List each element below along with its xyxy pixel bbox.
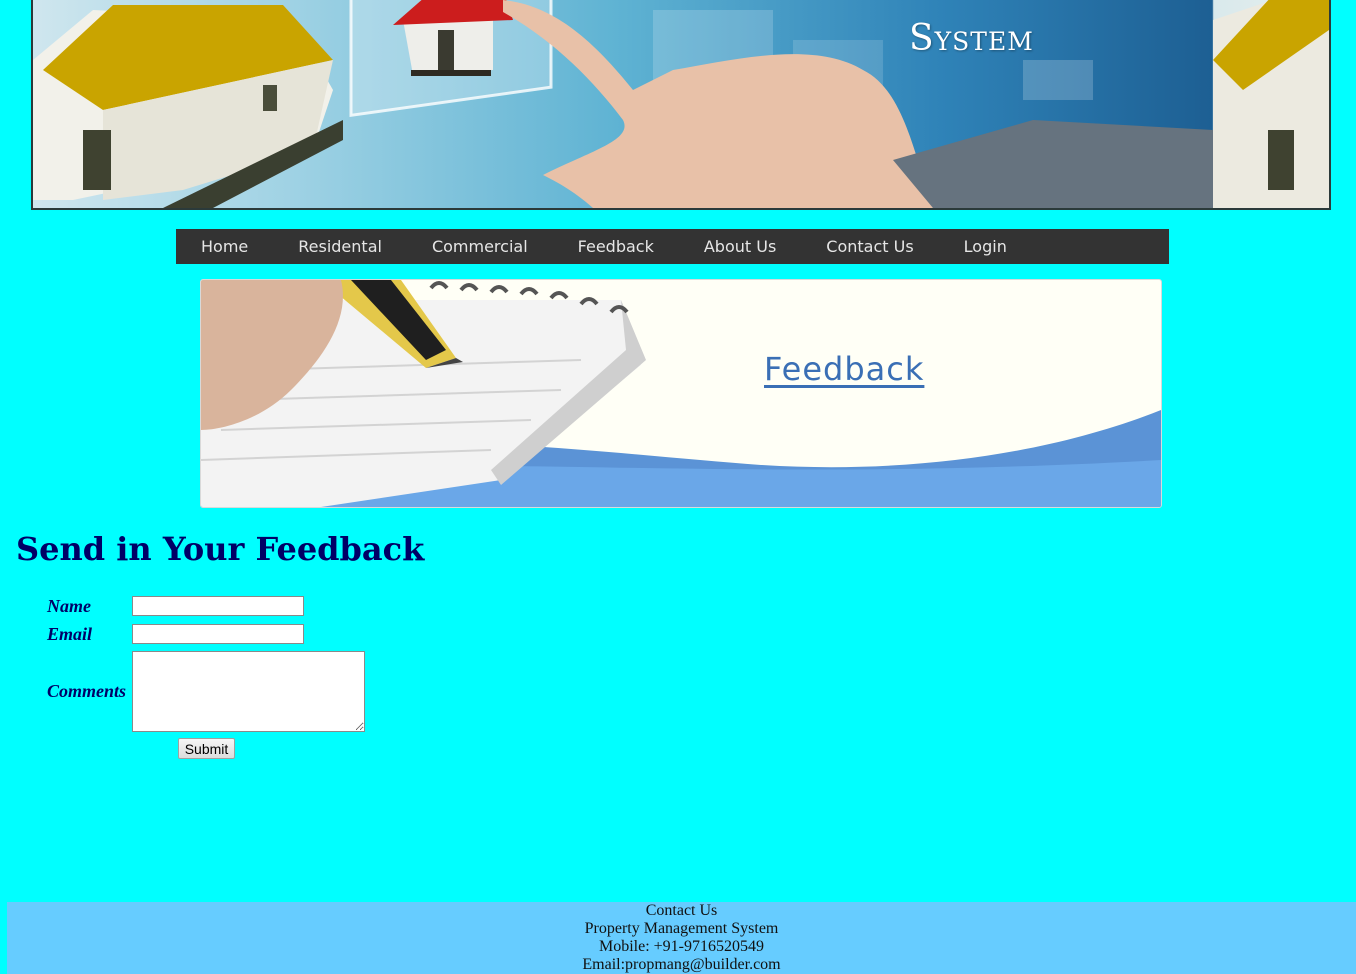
footer: Contact Us Property Management System Mo… — [7, 902, 1356, 974]
main-nav: Home Residental Commercial Feedback Abou… — [176, 229, 1169, 264]
email-field[interactable] — [132, 624, 304, 644]
footer-mobile: Mobile: +91-9716520549 — [598, 938, 764, 955]
nav-item-login[interactable]: Login — [939, 237, 1032, 256]
footer-company: Property Management System — [584, 920, 779, 937]
notepad-illustration — [201, 280, 1161, 507]
feedback-banner-image: Feedback — [200, 279, 1162, 508]
name-field[interactable] — [132, 596, 304, 616]
footer-heading: Contact Us — [645, 902, 718, 919]
nav-item-residental[interactable]: Residental — [273, 237, 407, 256]
nav-item-commercial[interactable]: Commercial — [407, 237, 553, 256]
nav-item-about-us[interactable]: About Us — [679, 237, 801, 256]
nav-item-home[interactable]: Home — [176, 237, 273, 256]
comments-label: Comments — [47, 681, 127, 701]
footer-email: Email:propmang@builder.com — [582, 956, 781, 973]
header-banner-image: System — [31, 0, 1331, 210]
name-label: Name — [47, 596, 91, 616]
submit-button[interactable]: Submit — [178, 738, 235, 759]
page-title: Send in Your Feedback — [16, 530, 425, 568]
header-illustration — [33, 0, 1329, 208]
banner-caption: Feedback — [764, 350, 925, 388]
comments-field[interactable] — [132, 651, 365, 732]
nav-item-feedback[interactable]: Feedback — [553, 237, 679, 256]
email-label: Email — [47, 624, 93, 644]
nav-item-contact-us[interactable]: Contact Us — [801, 237, 938, 256]
site-title: System — [909, 18, 1034, 59]
